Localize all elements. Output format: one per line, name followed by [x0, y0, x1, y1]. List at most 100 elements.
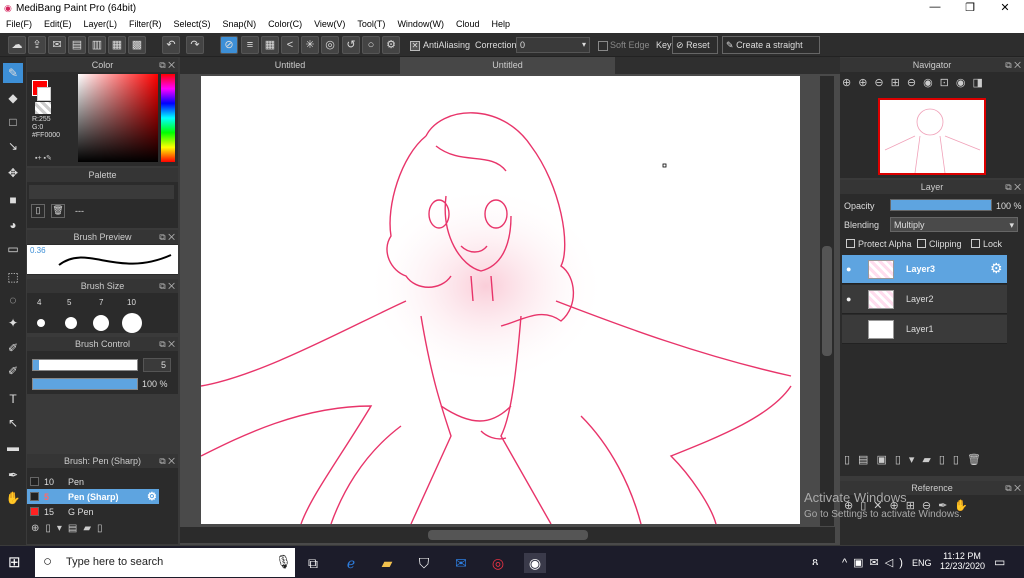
circle-snap-icon[interactable]: ○ [362, 36, 380, 54]
grid-icon[interactable]: ▦ [108, 36, 126, 54]
redo-icon[interactable]: ↷ [186, 36, 204, 54]
panel-float-close-icon[interactable]: ⧉ ✕ [1005, 58, 1021, 72]
edge-icon[interactable]: ℯ [340, 553, 362, 573]
blending-select[interactable]: Multiply ▾ [890, 217, 1018, 232]
select-rect-tool-icon[interactable]: ⬚ [3, 267, 23, 287]
brush-opacity-slider[interactable] [32, 378, 138, 390]
delete-palette-icon[interactable]: 🗑 [51, 204, 65, 218]
layer-list-scrollbar[interactable] [1008, 255, 1020, 445]
bucket-tool-icon[interactable]: ◕ [3, 215, 23, 235]
eye-icon[interactable]: ● [846, 294, 851, 304]
dot-tool-icon[interactable]: □ [3, 112, 23, 132]
reset-button[interactable]: ⊘ Reset [672, 36, 718, 54]
menu-file[interactable]: File(F) [0, 17, 38, 33]
hue-slider[interactable] [161, 74, 175, 162]
brush-item[interactable]: 10 Pen [27, 474, 159, 489]
menu-window[interactable]: Window(W) [391, 17, 450, 33]
maximize-button[interactable]: ❐ [955, 1, 985, 14]
minimize-button[interactable]: — [920, 1, 950, 13]
layer-row-layer1[interactable]: Layer1 [842, 315, 1007, 344]
concentric-snap-icon[interactable]: ◎ [321, 36, 339, 54]
size-dot-5[interactable] [65, 317, 77, 329]
tab-untitled-1[interactable]: Untitled [200, 57, 380, 74]
eraser-tool-icon[interactable]: ◆ [3, 88, 23, 108]
save-icon[interactable]: ▤ [68, 36, 86, 54]
taskbar-search[interactable]: ○ Type here to search 🎙 [35, 548, 295, 577]
store-icon[interactable]: ⛉ [413, 553, 435, 573]
hand-tool-icon[interactable]: ✋ [3, 488, 23, 508]
size-dot-10[interactable] [122, 313, 142, 333]
notifications-icon[interactable]: ▭ [994, 555, 1005, 569]
brush-tool-icon[interactable]: ✎ [3, 63, 23, 83]
select-lasso-tool-icon[interactable]: ◌ [3, 290, 23, 310]
color-add-buttons[interactable]: ▪+ ▪✎ [35, 154, 52, 162]
menu-view[interactable]: View(V) [308, 17, 351, 33]
close-button[interactable]: ✕ [990, 1, 1020, 14]
panel-float-close-icon[interactable]: ⧉ ✕ [159, 230, 175, 244]
select-eraser-tool-icon[interactable]: ✐ [3, 361, 23, 381]
radial-snap-icon[interactable]: ✳ [301, 36, 319, 54]
size-dot-4[interactable] [37, 319, 45, 327]
clipping-checkbox[interactable] [917, 239, 926, 248]
menu-color[interactable]: Color(C) [262, 17, 308, 33]
medibang-icon[interactable]: ◉ [524, 553, 546, 573]
menu-cloud[interactable]: Cloud [450, 17, 486, 33]
comment-icon[interactable]: ✉ [48, 36, 66, 54]
people-icon[interactable]: ጸ [812, 556, 818, 569]
panel-float-close-icon[interactable]: ⧉ ✕ [159, 454, 175, 468]
fill-rect-tool-icon[interactable]: ■ [3, 190, 23, 210]
cloud-icon[interactable]: ☁ [8, 36, 26, 54]
brush-size-slider[interactable] [32, 359, 138, 371]
layer-row-layer3[interactable]: ● Layer3 ⚙ [842, 255, 1007, 284]
task-view-icon[interactable]: ⧉ [302, 553, 324, 573]
protect-alpha-checkbox[interactable] [846, 239, 855, 248]
navigator-thumbnail[interactable] [878, 98, 986, 175]
size-5[interactable]: 5 [67, 298, 71, 307]
panel-float-close-icon[interactable]: ⧉ ✕ [1005, 180, 1021, 194]
menu-select[interactable]: Select(S) [168, 17, 217, 33]
transparent-swatch[interactable] [35, 102, 51, 114]
document-icon[interactable]: ▥ [88, 36, 106, 54]
menu-tool[interactable]: Tool(T) [351, 17, 391, 33]
navigator-zoom-buttons[interactable]: ⊕⊕⊖⊞⊖◉⊡◉◨ [842, 76, 1020, 92]
move-tool-icon[interactable]: ✥ [3, 163, 23, 183]
file-explorer-icon[interactable]: ▰ [376, 553, 398, 573]
menu-help[interactable]: Help [485, 17, 516, 33]
microphone-icon[interactable]: 🎙 [275, 554, 292, 570]
palette-select[interactable] [29, 185, 174, 199]
divide-tool-icon[interactable]: ▬ [3, 437, 23, 457]
new-palette-icon[interactable]: ▯ [31, 204, 45, 218]
antialiasing-checkbox[interactable]: ✕ [410, 41, 420, 51]
brush-size-value[interactable]: 5 [143, 358, 171, 372]
brush-list-buttons[interactable]: ⊕▯▾▤▰▯ [31, 523, 171, 539]
panel-float-close-icon[interactable]: ⧉ ✕ [159, 279, 175, 293]
size-4[interactable]: 4 [37, 298, 41, 307]
layer-row-layer2[interactable]: ● Layer2 [842, 285, 1007, 314]
panel-float-close-icon[interactable]: ⧉ ✕ [159, 58, 175, 72]
select-pen-tool-icon[interactable]: ✐ [3, 338, 23, 358]
layout-icon[interactable]: ▩ [128, 36, 146, 54]
correction-select[interactable]: 0 ▾ [516, 37, 590, 53]
horizontal-scroll-thumb[interactable] [428, 530, 588, 540]
snap-off-icon[interactable]: ⊘ [220, 36, 238, 54]
saturation-value-picker[interactable] [78, 74, 158, 162]
windows-start-icon[interactable]: ⊞ [8, 553, 21, 571]
horizontal-scrollbar[interactable] [180, 527, 835, 543]
size-7[interactable]: 7 [99, 298, 103, 307]
layer-opacity-slider[interactable] [890, 199, 992, 211]
operation-tool-icon[interactable]: ↖ [3, 413, 23, 433]
menu-snap[interactable]: Snap(N) [217, 17, 263, 33]
menu-filter[interactable]: Filter(R) [123, 17, 168, 33]
secondary-color-swatch[interactable] [37, 87, 51, 101]
parallel-snap-icon[interactable]: ≡ [241, 36, 259, 54]
layer-action-buttons[interactable]: ▯▤▣▯▾▰▯▯🗑 [844, 453, 1020, 471]
magic-wand-tool-icon[interactable]: ✦ [3, 313, 23, 333]
straight-line-button[interactable]: ✎ Create a straight line [722, 36, 820, 66]
brush-item[interactable]: 5 Pen (Sharp) ⚙ [27, 489, 159, 504]
gear-icon[interactable]: ⚙ [990, 260, 1003, 277]
size-dot-7[interactable] [93, 315, 109, 331]
chrome-icon[interactable]: ◎ [487, 553, 509, 573]
perspective-snap-icon[interactable]: < [281, 36, 299, 54]
soft-edge-checkbox[interactable] [598, 41, 608, 51]
panel-float-close-icon[interactable]: ⧉ ✕ [1005, 481, 1021, 495]
